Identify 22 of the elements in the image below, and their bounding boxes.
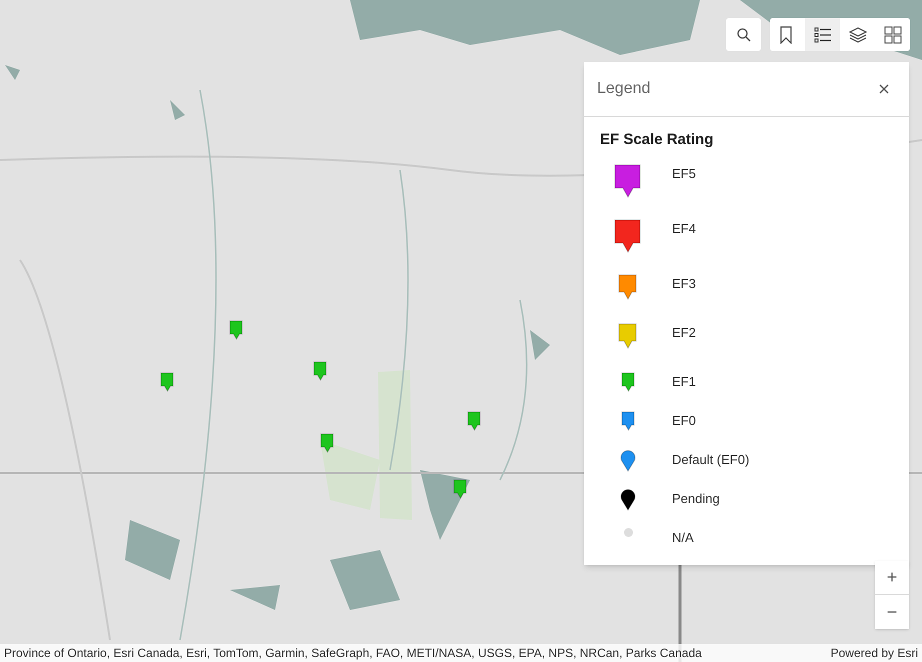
- panel-title: Legend: [597, 79, 650, 99]
- legend-label: EF4: [672, 220, 696, 238]
- legend-label: EF1: [672, 372, 696, 390]
- search-icon: [736, 28, 750, 42]
- attribution-text: Province of Ontario, Esri Canada, Esri, TomTom, Garmin, SafeGraph, FAO, METI/NASA, USGS, EPA, NPS, NRCan, Parks Canada: [4, 645, 702, 662]
- legend-label: Default (EF0): [672, 450, 750, 469]
- zoom-in-button[interactable]: +: [875, 561, 909, 595]
- legend-label: EF5: [672, 164, 696, 182]
- legend-label: N/A: [672, 528, 694, 546]
- legend-label: EF0: [672, 412, 696, 430]
- legend-label: Pending: [672, 490, 720, 508]
- powered-by-link[interactable]: Powered by Esri: [830, 644, 918, 662]
- legend-button[interactable]: [805, 18, 840, 51]
- legend-label: EF2: [672, 324, 696, 342]
- legend-label: EF3: [672, 274, 696, 292]
- layers-icon: [848, 26, 866, 44]
- search-button[interactable]: [726, 18, 761, 51]
- zoom-out-button[interactable]: −: [875, 595, 909, 629]
- close-icon: [879, 84, 889, 94]
- layer-title: EF Scale Rating: [600, 130, 714, 150]
- grid-icon: [884, 26, 902, 44]
- list-icon: [814, 26, 832, 44]
